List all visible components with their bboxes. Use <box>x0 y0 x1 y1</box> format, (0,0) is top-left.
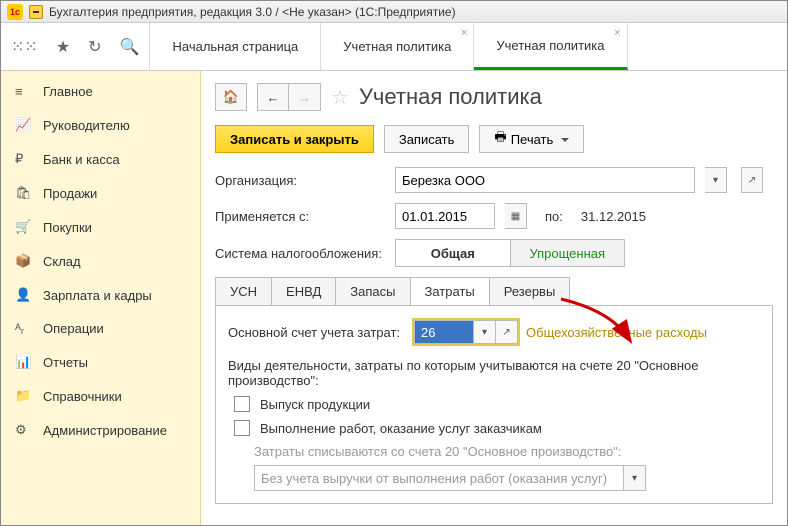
page-title: Учетная политика <box>359 84 542 110</box>
gear-icon: ⚙ <box>15 422 31 438</box>
open-ref-button[interactable]: ↗ <box>741 167 763 193</box>
top-tab-bar: ⁙⁙ ★ ↻ 🔍 Начальная страница Учетная поли… <box>1 23 787 71</box>
back-button[interactable]: ← <box>257 83 289 111</box>
tax-label: Система налогообложения: <box>215 246 385 261</box>
sidebar-item-main[interactable]: ≡ Главное <box>1 75 200 108</box>
tax-common-button[interactable]: Общая <box>395 239 511 267</box>
subtab-envd[interactable]: ЕНВД <box>272 278 336 305</box>
sidebar-item-purchases[interactable]: 🛒 Покупки <box>1 210 200 244</box>
sidebar-item-label: Руководителю <box>43 118 130 133</box>
sidebar-item-manager[interactable]: 📈 Руководителю <box>1 108 200 142</box>
sub-tabs: УСН ЕНВД Запасы Затраты Резервы <box>215 277 570 305</box>
cart-icon: 🛒 <box>15 219 31 235</box>
sidebar-item-catalogs[interactable]: 📁 Справочники <box>1 379 200 413</box>
sidebar-item-label: Зарплата и кадры <box>43 288 152 303</box>
sidebar-item-label: Справочники <box>43 389 122 404</box>
tab-policy-2-label: Учетная политика <box>496 38 604 53</box>
box-icon: 📦 <box>15 253 31 269</box>
sidebar-item-label: Банк и касса <box>43 152 120 167</box>
account-description: Общехозяйственные расходы <box>526 325 707 340</box>
dropdown-button[interactable]: ▾ <box>624 465 646 491</box>
printer-icon: 🖶 <box>494 128 506 150</box>
tax-simple-button[interactable]: Упрощенная <box>511 239 626 267</box>
bars-icon: 📊 <box>15 354 31 370</box>
sidebar-item-salary[interactable]: 👤 Зарплата и кадры <box>1 278 200 312</box>
sidebar-item-label: Операции <box>43 321 104 336</box>
chart-icon: 📈 <box>15 117 31 133</box>
dropdown-button[interactable]: ▾ <box>705 167 727 193</box>
apps-icon[interactable]: ⁙⁙ <box>11 37 38 57</box>
checkbox-services-label: Выполнение работ, оказание услуг заказчи… <box>260 421 542 436</box>
calendar-icon[interactable]: ▦ <box>505 203 527 229</box>
favorite-star-icon[interactable]: ☆ <box>331 85 349 110</box>
subtab-body: Основной счет учета затрат: ▾ ↗ Общехозя… <box>215 305 773 504</box>
sidebar-item-label: Склад <box>43 254 81 269</box>
home-button[interactable]: 🏠 <box>215 83 247 111</box>
search-icon[interactable]: 🔍 <box>120 37 140 57</box>
activities-label: Виды деятельности, затраты по которым уч… <box>228 358 760 388</box>
person-icon: 👤 <box>15 287 31 303</box>
sidebar-item-label: Отчеты <box>43 355 88 370</box>
forward-button[interactable]: → <box>289 83 321 111</box>
transactions-icon: ᴬᵣ <box>15 321 31 336</box>
star-icon[interactable]: ★ <box>56 37 70 57</box>
ruble-icon: ₽ <box>15 151 31 167</box>
app-logo-1c: 1c <box>7 4 23 20</box>
chevron-down-icon <box>557 132 569 147</box>
dropdown-button[interactable]: ▾ <box>474 320 496 344</box>
sidebar-item-label: Продажи <box>43 186 97 201</box>
bag-icon: 🛍 <box>15 185 31 201</box>
account-label: Основной счет учета затрат: <box>228 325 400 340</box>
tab-home-label: Начальная страница <box>172 39 298 54</box>
sidebar-item-label: Администрирование <box>43 423 167 438</box>
applies-label: Применяется с: <box>215 209 385 224</box>
menu-icon: ≡ <box>15 84 31 99</box>
main-content: 🏠 ← → ☆ Учетная политика Записать и закр… <box>201 71 787 525</box>
date-from-input[interactable] <box>395 203 495 229</box>
folder-icon: 📁 <box>15 388 31 404</box>
checkbox-output-label: Выпуск продукции <box>260 397 370 412</box>
checkbox-output[interactable] <box>234 396 250 412</box>
print-button[interactable]: 🖶 Печать <box>479 125 584 153</box>
sidebar: ≡ Главное 📈 Руководителю ₽ Банк и касса 🛍 Пр… <box>1 71 201 525</box>
tab-policy-2[interactable]: Учетная политика × <box>474 23 627 70</box>
sidebar-item-label: Покупки <box>43 220 92 235</box>
subtab-reserves[interactable]: Резервы <box>490 278 570 305</box>
minimize-button[interactable] <box>29 5 43 19</box>
tab-home[interactable]: Начальная страница <box>150 23 321 70</box>
subtab-usn[interactable]: УСН <box>216 278 272 305</box>
close-icon[interactable]: × <box>614 27 620 39</box>
open-ref-button[interactable]: ↗ <box>496 320 518 344</box>
writeoff-label: Затраты списываются со счета 20 "Основно… <box>254 444 760 459</box>
subtab-stock[interactable]: Запасы <box>336 278 410 305</box>
toolbar-icons: ⁙⁙ ★ ↻ 🔍 <box>1 23 150 70</box>
save-button[interactable]: Записать <box>384 125 470 153</box>
window-title: Бухгалтерия предприятия, редакция 3.0 / … <box>49 5 456 19</box>
sidebar-item-admin[interactable]: ⚙ Администрирование <box>1 413 200 447</box>
sidebar-item-sales[interactable]: 🛍 Продажи <box>1 176 200 210</box>
org-input[interactable] <box>395 167 695 193</box>
account-input[interactable] <box>414 320 474 344</box>
checkbox-services[interactable] <box>234 420 250 436</box>
history-icon[interactable]: ↻ <box>88 37 101 57</box>
org-label: Организация: <box>215 173 385 188</box>
sidebar-item-label: Главное <box>43 84 93 99</box>
date-to-value: 31.12.2015 <box>581 209 646 224</box>
tab-policy-1-label: Учетная политика <box>343 39 451 54</box>
tab-policy-1[interactable]: Учетная политика × <box>321 23 474 70</box>
writeoff-select[interactable] <box>254 465 624 491</box>
sidebar-item-warehouse[interactable]: 📦 Склад <box>1 244 200 278</box>
window-titlebar: 1c Бухгалтерия предприятия, редакция 3.0… <box>1 1 787 23</box>
sidebar-item-bank[interactable]: ₽ Банк и касса <box>1 142 200 176</box>
save-close-button[interactable]: Записать и закрыть <box>215 125 374 153</box>
sidebar-item-reports[interactable]: 📊 Отчеты <box>1 345 200 379</box>
subtab-costs[interactable]: Затраты <box>411 278 490 305</box>
print-label: Печать <box>511 132 554 147</box>
close-icon[interactable]: × <box>461 27 467 39</box>
to-label: по: <box>545 209 563 224</box>
sidebar-item-operations[interactable]: ᴬᵣ Операции <box>1 312 200 345</box>
